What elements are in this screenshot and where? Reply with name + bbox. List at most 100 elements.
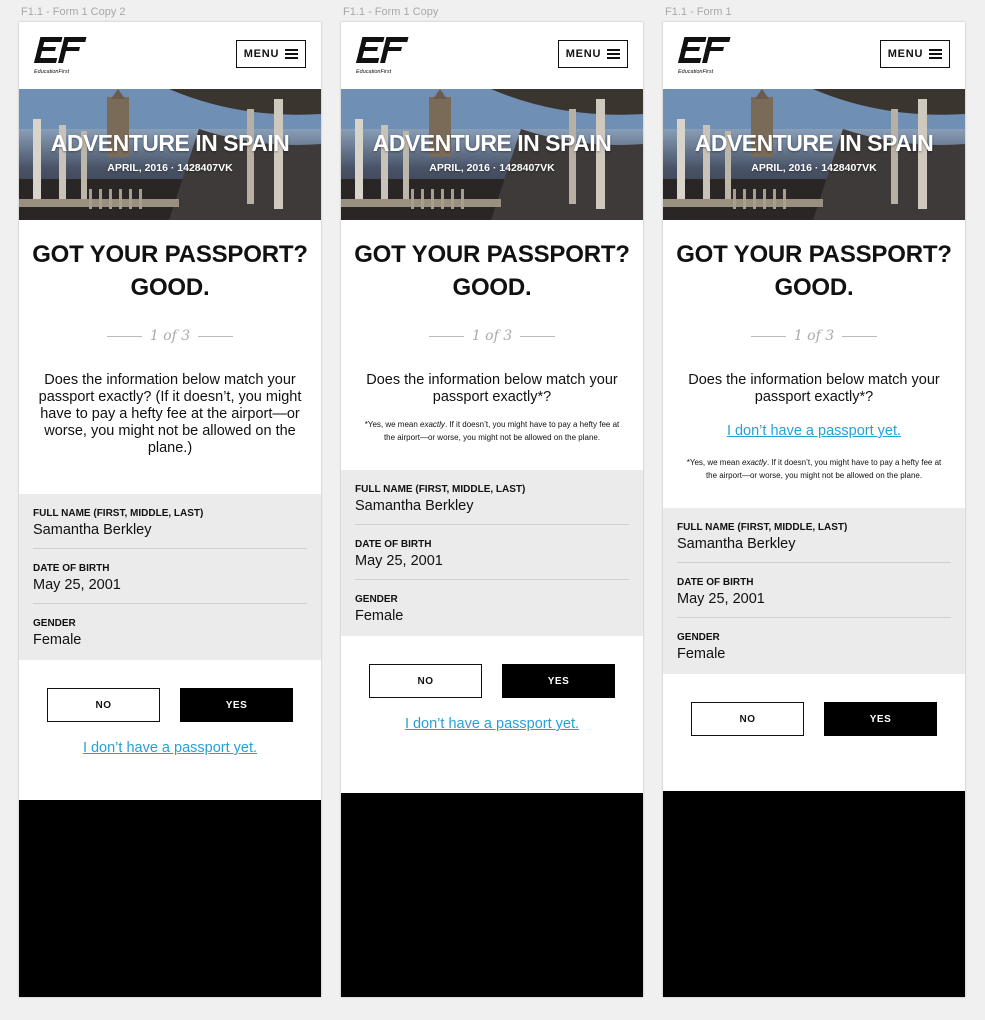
artboard-form-1-copy-2: EducationFirst MENU ADVENTURE IN SPAIN A… [19,22,321,997]
exactly-footnote: *Yes, we mean exactly. If it doesn’t, yo… [663,456,965,482]
passport-info-panel: FULL NAME (FIRST, MIDDLE, LAST) Samantha… [663,508,965,674]
hero-title: ADVENTURE IN SPAIN [50,130,290,156]
step-indicator: 1 of 3 [19,328,321,344]
site-header: EducationFirst MENU [19,22,321,89]
field-value: Samantha Berkley [355,498,474,514]
step-label: 1 of 3 [149,328,191,344]
page-heading: GOT YOUR PASSPORT? GOOD. [19,238,321,304]
field-label: GENDER [33,618,76,629]
yes-button[interactable]: YES [502,664,615,698]
field-label: DATE OF BIRTH [33,563,110,574]
no-passport-link[interactable]: I don’t have a passport yet. [341,716,643,732]
no-passport-link[interactable]: I don’t have a passport yet. [19,740,321,756]
field-full-name: FULL NAME (FIRST, MIDDLE, LAST) Samantha… [677,508,951,563]
step-rule-left [106,335,142,337]
menu-button[interactable]: MENU [880,40,950,68]
artboard-label-copy-2: F1.1 - Form 1 Copy 2 [21,6,126,18]
field-date-of-birth: DATE OF BIRTH May 25, 2001 [677,563,951,618]
heading-line-2: GOOD. [452,274,532,301]
step-rule-right [842,335,878,337]
field-value: May 25, 2001 [355,553,443,569]
exactly-footnote: *Yes, we mean exactly. If it doesn’t, yo… [341,418,643,444]
field-value: Samantha Berkley [677,536,796,552]
field-gender: GENDER Female [677,618,951,674]
menu-label: MENU [887,48,924,60]
site-footer [341,793,643,997]
no-button[interactable]: NO [691,702,804,736]
step-rule-right [520,335,556,337]
no-button[interactable]: NO [369,664,482,698]
field-value: May 25, 2001 [33,577,121,593]
passport-question: Does the information below match your pa… [688,372,940,405]
step-label: 1 of 3 [793,328,835,344]
hero-banner: ADVENTURE IN SPAIN APRIL, 2016 · 1428407… [341,89,643,220]
hero-banner: ADVENTURE IN SPAIN APRIL, 2016 · 1428407… [663,89,965,220]
note-emphasis: exactly [742,458,767,467]
field-value: Samantha Berkley [33,522,152,538]
field-label: DATE OF BIRTH [355,539,432,550]
field-full-name: FULL NAME (FIRST, MIDDLE, LAST) Samantha… [33,494,307,549]
hamburger-icon [285,49,299,59]
site-footer [19,800,321,997]
field-label: GENDER [355,594,398,605]
hero-subtitle: APRIL, 2016 · 1428407VK [751,162,877,174]
step-label: 1 of 3 [471,328,513,344]
answer-buttons: NO YES [341,664,643,698]
artboard-form-1: EducationFirst MENU ADVENTURE IN SPAIN A… [663,22,965,997]
heading-line-2: GOOD. [130,274,210,301]
answer-buttons: NO YES [19,688,321,722]
field-date-of-birth: DATE OF BIRTH May 25, 2001 [355,525,629,580]
menu-label: MENU [243,48,280,60]
passport-info-panel: FULL NAME (FIRST, MIDDLE, LAST) Samantha… [19,494,321,660]
menu-label: MENU [565,48,602,60]
yes-button[interactable]: YES [180,688,293,722]
menu-button[interactable]: MENU [236,40,306,68]
field-value: Female [33,632,82,648]
ef-logo[interactable]: EducationFirst [355,35,411,75]
answer-buttons: NO YES [663,702,965,736]
field-label: FULL NAME (FIRST, MIDDLE, LAST) [677,522,848,533]
hamburger-icon [929,49,943,59]
step-rule-left [428,335,464,337]
page-heading: GOT YOUR PASSPORT? GOOD. [663,238,965,304]
artboard-label-form-1: F1.1 - Form 1 [665,6,732,18]
ef-logo[interactable]: EducationFirst [677,35,733,75]
hero-banner: ADVENTURE IN SPAIN APRIL, 2016 · 1428407… [19,89,321,220]
no-passport-link[interactable]: I don’t have a passport yet. [663,423,965,439]
hero-subtitle: APRIL, 2016 · 1428407VK [107,162,233,174]
heading-line-1: GOT YOUR PASSPORT? [32,241,308,268]
heading-line-1: GOT YOUR PASSPORT? [676,241,952,268]
field-value: Female [677,646,726,662]
step-rule-left [750,335,786,337]
ef-logo[interactable]: EducationFirst [33,35,89,75]
passport-question: Does the information below match your pa… [38,372,302,456]
heading-line-1: GOT YOUR PASSPORT? [354,241,630,268]
field-gender: GENDER Female [355,580,629,636]
site-header: EducationFirst MENU [341,22,643,89]
field-label: DATE OF BIRTH [677,577,754,588]
passport-info-panel: FULL NAME (FIRST, MIDDLE, LAST) Samantha… [341,470,643,636]
artboard-form-1-copy: EducationFirst MENU ADVENTURE IN SPAIN A… [341,22,643,997]
hero-title: ADVENTURE IN SPAIN [372,130,612,156]
menu-button[interactable]: MENU [558,40,628,68]
step-indicator: 1 of 3 [663,328,965,344]
step-rule-right [198,335,234,337]
field-label: FULL NAME (FIRST, MIDDLE, LAST) [355,484,526,495]
artboard-label-copy: F1.1 - Form 1 Copy [343,6,439,18]
field-label: GENDER [677,632,720,643]
no-button[interactable]: NO [47,688,160,722]
svg-text:EducationFirst: EducationFirst [678,69,714,75]
field-value: Female [355,608,404,624]
field-full-name: FULL NAME (FIRST, MIDDLE, LAST) Samantha… [355,470,629,525]
site-header: EducationFirst MENU [663,22,965,89]
field-date-of-birth: DATE OF BIRTH May 25, 2001 [33,549,307,604]
svg-text:EducationFirst: EducationFirst [34,69,70,75]
page-heading: GOT YOUR PASSPORT? GOOD. [341,238,643,304]
hero-subtitle: APRIL, 2016 · 1428407VK [429,162,555,174]
svg-text:EducationFirst: EducationFirst [356,69,392,75]
field-gender: GENDER Female [33,604,307,660]
note-prefix: *Yes, we mean [686,458,743,467]
yes-button[interactable]: YES [824,702,937,736]
heading-line-2: GOOD. [774,274,854,301]
passport-question: Does the information below match your pa… [366,372,618,405]
